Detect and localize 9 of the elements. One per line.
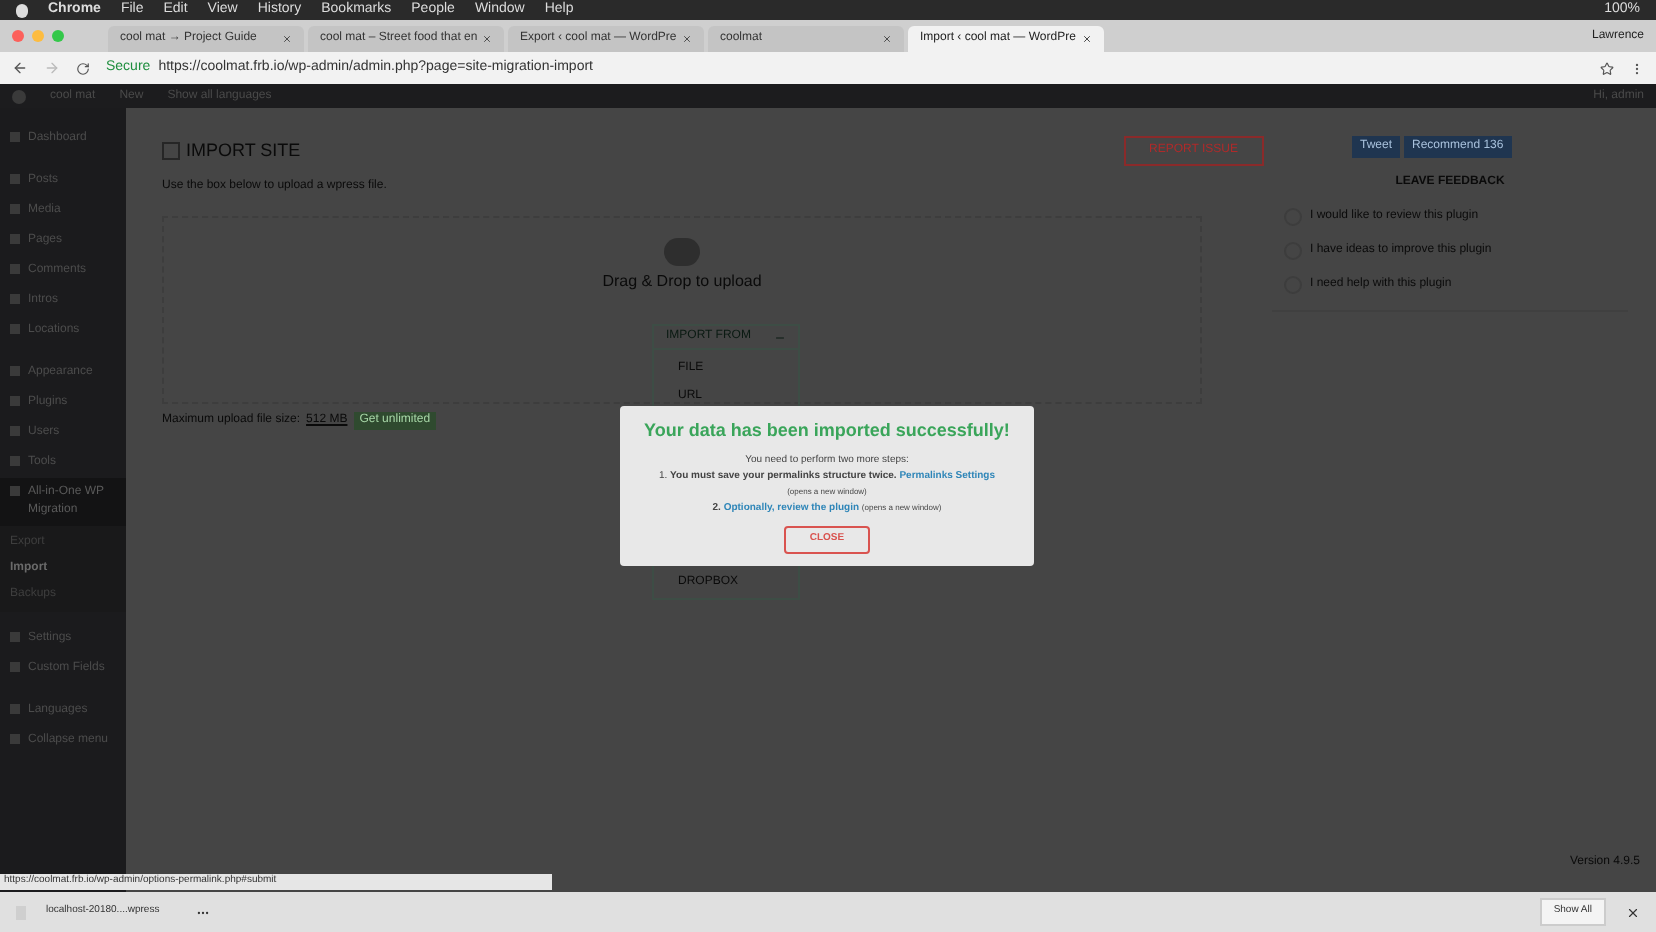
drop-label: Drag & Drop to upload [602, 270, 762, 294]
dialog-title: Your data has been imported successfully! [644, 418, 1010, 444]
close-icon[interactable] [1626, 905, 1640, 919]
reload-icon[interactable] [76, 61, 90, 75]
page-title: IMPORT SITE [186, 137, 301, 164]
minus-icon [774, 331, 786, 343]
star-icon[interactable] [1600, 61, 1614, 75]
back-icon[interactable] [12, 60, 28, 76]
menu-icon[interactable] [1630, 61, 1644, 75]
